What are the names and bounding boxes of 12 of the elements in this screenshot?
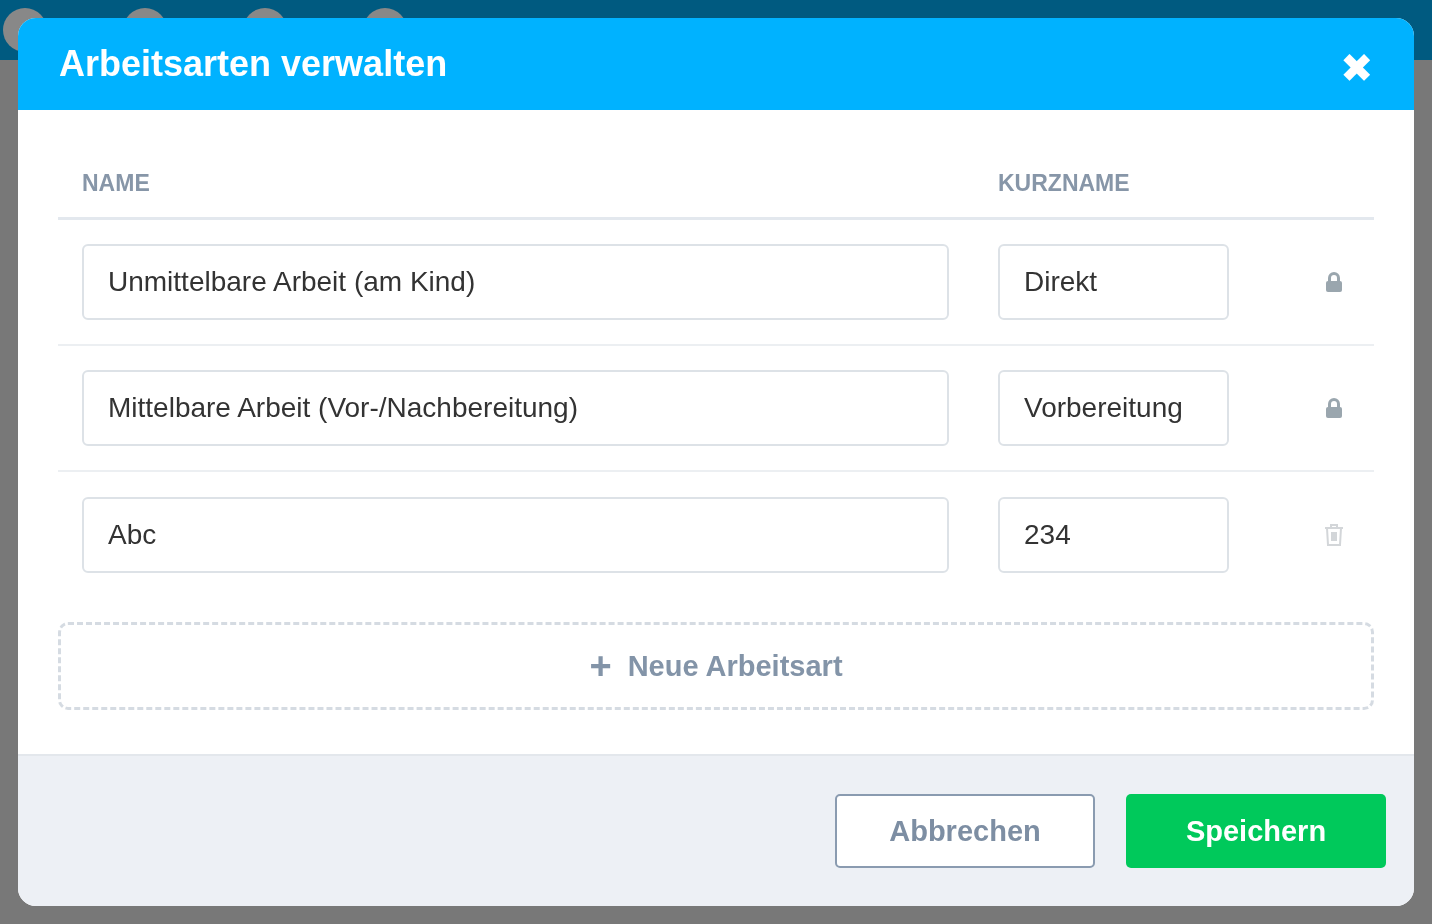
short-name-field[interactable]: 234 [998, 497, 1229, 573]
name-field[interactable]: Mittelbare Arbeit (Vor-/Nachbereitung) [82, 370, 949, 446]
name-field[interactable]: Abc [82, 497, 949, 573]
column-header: KURZNAME [998, 170, 1131, 197]
dialog-title: Arbeitsarten verwalten [59, 43, 448, 85]
short-name-field[interactable]: Vorbereitung [998, 370, 1229, 446]
lock-icon [1325, 397, 1343, 419]
column-header: NAME [82, 170, 151, 197]
short-name-field[interactable]: Direkt [998, 244, 1229, 320]
name-field[interactable]: Unmittelbare Arbeit (am Kind) [82, 244, 949, 320]
lock-icon [1325, 271, 1343, 293]
trash-icon[interactable] [1324, 523, 1344, 547]
